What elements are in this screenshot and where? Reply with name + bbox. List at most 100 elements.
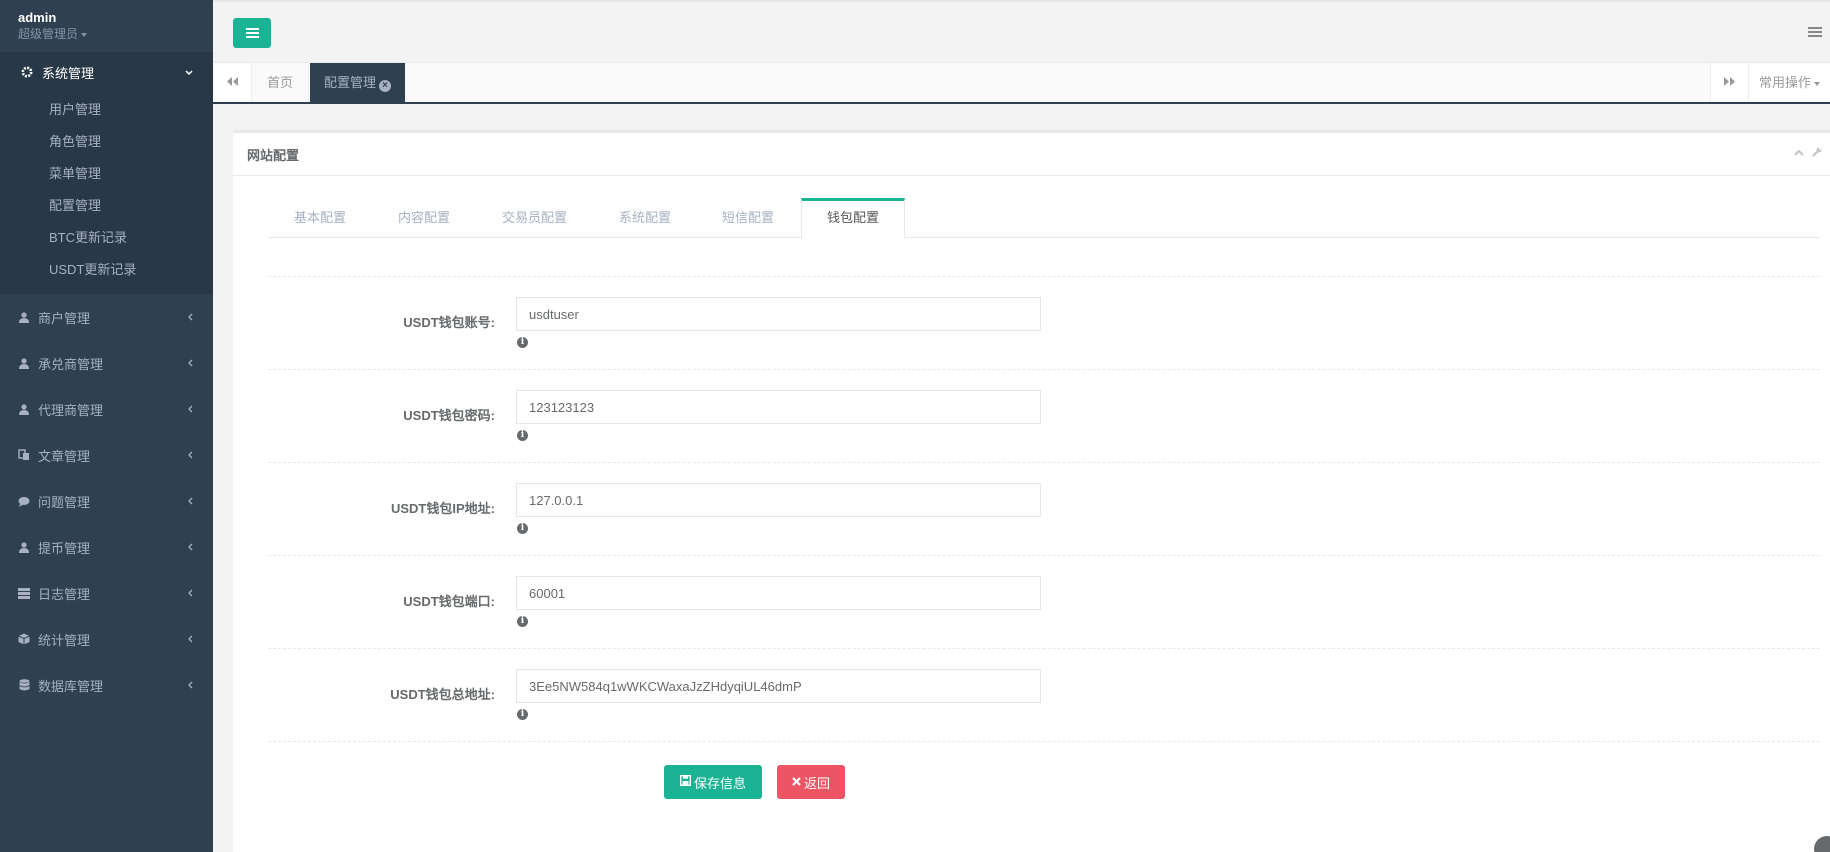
form-divider [268,741,1820,742]
tab-home[interactable]: 首页 [252,63,310,102]
database-icon [18,679,30,691]
profile-role: 超级管理员 [18,27,79,41]
close-icon [792,775,801,789]
info-icon: i [517,616,528,627]
sidebar-item-logs[interactable]: 日志管理 [0,570,213,616]
sidebar-subitem-users[interactable]: 用户管理 [0,94,213,126]
common-operations-dropdown[interactable]: 常用操作 [1748,63,1830,102]
sidebar-item-database[interactable]: 数据库管理 [0,662,213,708]
sidebar-item-acceptors[interactable]: 承兑商管理 [0,340,213,386]
save-label: 保存信息 [693,775,746,791]
sidebar-subitem-btc-records[interactable]: BTC更新记录 [0,222,213,254]
chevron-left-icon [187,310,193,324]
sidebar-subitem-usdt-records[interactable]: USDT更新记录 [0,254,213,286]
sidebar-item-label: 系统管理 [42,65,95,81]
scroll-top-button[interactable] [1814,836,1830,852]
back-button[interactable]: 返回 [777,765,845,799]
tabs-scroll-right-button[interactable] [1709,63,1749,102]
tab-sms-config[interactable]: 短信配置 [722,198,774,238]
sidebar-group-system: 系统管理 用户管理 角色管理 菜单管理 配置管理 BTC更新记录 USDT更新记… [0,52,213,294]
usdt-ip-label: USDT钱包IP地址: [390,501,495,516]
usdt-main-address-input[interactable] [516,669,1041,703]
save-button[interactable]: 保存信息 [664,765,762,799]
sidebar-submenu: 用户管理 角色管理 菜单管理 配置管理 BTC更新记录 USDT更新记录 [0,94,213,294]
sidebar: admin 超级管理员 系统管理 用户管理 角色管理 菜单管理 配置管理 BTC… [0,0,213,852]
sidebar-item-label: 统计管理 [38,632,91,648]
forward-icon [1723,76,1735,89]
usdt-password-label: USDT钱包密码: [403,408,495,423]
config-tabs: 基本配置 内容配置 交易员配置 系统配置 短信配置 钱包配置 [268,198,1820,239]
usdt-account-input[interactable] [516,297,1041,331]
tabs-scroll-left-button[interactable] [213,63,252,102]
list-icon[interactable] [1808,27,1822,37]
sidebar-item-merchants[interactable]: 商户管理 [0,294,213,340]
info-icon: i [517,430,528,441]
profile: admin 超级管理员 [0,0,213,52]
sidebar-subitem-roles[interactable]: 角色管理 [0,126,213,158]
sidebar-item-system[interactable]: 系统管理 [0,52,213,92]
sidebar-item-articles[interactable]: 文章管理 [0,432,213,478]
info-icon: i [517,523,528,534]
usdt-password-input[interactable] [516,390,1041,424]
form-divider [268,462,1820,463]
tab-trader-config[interactable]: 交易员配置 [502,198,567,238]
profile-role-dropdown[interactable]: 超级管理员 [18,26,195,42]
chevron-left-icon [187,402,193,416]
tab-wallet-config[interactable]: 钱包配置 [801,198,905,239]
sidebar-item-label: 数据库管理 [38,678,104,694]
chevron-up-icon[interactable] [1794,147,1804,160]
save-icon [679,774,691,789]
user-icon [18,311,30,323]
tab-content-config[interactable]: 内容配置 [398,198,450,238]
gear-icon [21,66,33,78]
user-icon [18,403,30,415]
usdt-port-input[interactable] [516,576,1041,610]
menu-toggle-button[interactable] [233,18,271,48]
tab-label: 配置管理 [324,75,377,90]
tab-system-config[interactable]: 系统配置 [619,198,671,238]
user-icon [18,357,30,369]
sidebar-subitem-config[interactable]: 配置管理 [0,190,213,222]
usdt-account-label: USDT钱包账号: [403,315,495,330]
panel-header: 网站配置 [233,133,1830,176]
usdt-ip-input[interactable] [516,483,1041,517]
hamburger-icon [245,32,259,34]
cube-icon [18,633,30,645]
sidebar-item-statistics[interactable]: 统计管理 [0,616,213,662]
backward-icon [226,76,238,89]
usdt-port-label: USDT钱包端口: [403,594,495,609]
form-divider [268,369,1820,370]
sidebar-item-label: 承兑商管理 [38,356,104,372]
caret-down-icon [81,32,88,37]
chevron-left-icon [187,678,193,692]
panel-title: 网站配置 [247,147,300,163]
sidebar-item-label: 文章管理 [38,448,91,464]
usdt-main-address-label: USDT钱包总地址: [390,687,495,702]
sidebar-item-agents[interactable]: 代理商管理 [0,386,213,432]
info-icon: i [517,709,528,720]
sidebar-item-label: 商户管理 [38,310,91,326]
config-panel: 网站配置 基本配置 内容配置 交易员配置 系统配置 短信配置 钱包配置 USDT… [233,130,1830,852]
tab-basic-config[interactable]: 基本配置 [294,198,346,238]
wrench-icon[interactable] [1812,147,1822,160]
profile-name: admin [18,10,57,25]
tab-config-management[interactable]: 配置管理 × [310,63,406,102]
form-divider [268,555,1820,556]
chevron-left-icon [187,356,193,370]
ops-label: 常用操作 [1758,75,1811,90]
server-icon [18,587,30,599]
top-navbar [213,0,1830,63]
panel-tools [1794,147,1822,160]
user-icon [18,541,30,553]
caret-down-icon [1814,81,1820,86]
chevron-left-icon [187,586,193,600]
sidebar-item-questions[interactable]: 问题管理 [0,478,213,524]
chevron-left-icon [187,494,193,508]
copy-icon [18,449,30,461]
sidebar-subitem-menus[interactable]: 菜单管理 [0,158,213,190]
sidebar-item-withdrawals[interactable]: 提币管理 [0,524,213,570]
page-tabs-bar: 首页 配置管理 × 常用操作 [213,63,1830,104]
close-icon[interactable]: × [379,80,392,92]
chevron-left-icon [187,448,193,462]
comment-icon [18,495,30,507]
